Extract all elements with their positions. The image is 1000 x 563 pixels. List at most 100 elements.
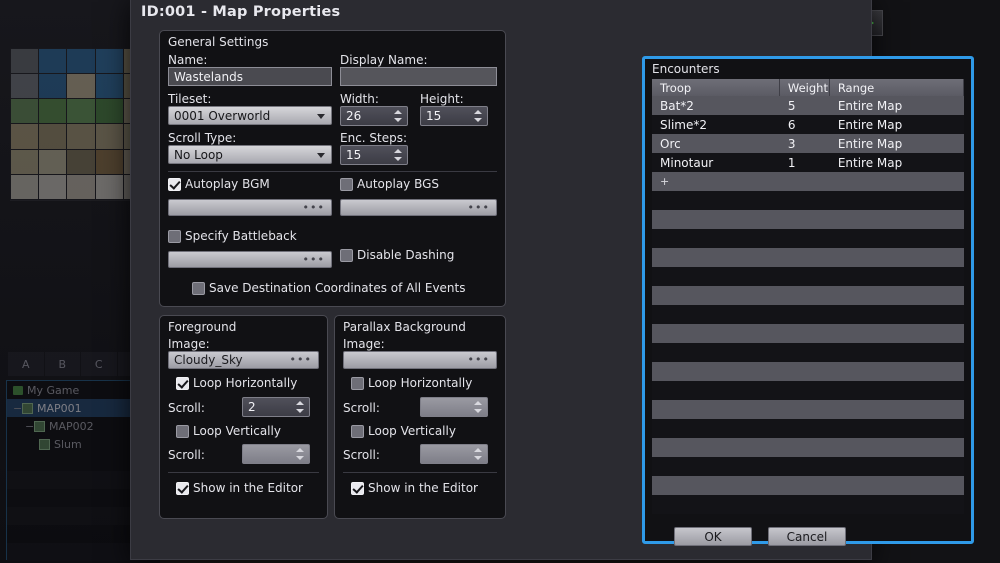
palette-tile[interactable] — [11, 74, 38, 98]
stepper-arrows-icon[interactable] — [394, 110, 402, 122]
encounters-empty-row[interactable] — [652, 191, 964, 210]
foreground-scroll-v-stepper[interactable] — [242, 444, 310, 464]
stepper-arrows-icon[interactable] — [474, 401, 482, 413]
layer-tab-c[interactable]: C — [81, 352, 117, 376]
palette-tile[interactable] — [39, 175, 66, 199]
palette-tile[interactable] — [96, 150, 123, 174]
encounters-empty-row[interactable] — [652, 305, 964, 324]
save-destination-coordinates-checkbox[interactable]: Save Destination Coordinates of All Even… — [192, 281, 466, 295]
encounters-column-header[interactable]: Weight — [780, 79, 830, 96]
encounters-empty-row[interactable] — [652, 495, 964, 514]
palette-tile[interactable] — [11, 124, 38, 148]
name-input[interactable]: Wastelands — [168, 67, 332, 86]
foreground-show-in-editor-checkbox[interactable]: Show in the Editor — [176, 481, 303, 495]
display-name-input[interactable] — [340, 67, 497, 86]
encounters-empty-row[interactable] — [652, 362, 964, 381]
divider — [168, 472, 319, 473]
encounters-row[interactable]: Bat*25Entire Map — [652, 96, 964, 115]
ellipsis-icon: ••• — [468, 355, 490, 365]
expander-minus-icon[interactable]: − — [25, 422, 32, 431]
palette-tile[interactable] — [96, 99, 123, 123]
palette-tile[interactable] — [96, 49, 123, 73]
palette-tile[interactable] — [67, 99, 94, 123]
encounters-empty-row[interactable] — [652, 438, 964, 457]
palette-tile[interactable] — [96, 124, 123, 148]
stepper-arrows-icon[interactable] — [296, 448, 304, 460]
encounters-row[interactable]: Orc3Entire Map — [652, 134, 964, 153]
stepper-arrows-icon[interactable] — [296, 401, 304, 413]
palette-tile[interactable] — [11, 150, 38, 174]
enc-steps-stepper[interactable]: 15 — [340, 145, 408, 165]
scroll-type-select[interactable]: No Loop — [168, 145, 332, 164]
palette-tile[interactable] — [67, 49, 94, 73]
palette-tile[interactable] — [67, 74, 94, 98]
autoplay-bgm-checkbox[interactable]: Autoplay BGM — [168, 177, 270, 191]
palette-tile[interactable] — [39, 150, 66, 174]
expander-minus-icon[interactable]: − — [13, 404, 20, 413]
encounters-empty-row[interactable] — [652, 419, 964, 438]
stepper-arrows-icon[interactable] — [474, 448, 482, 460]
layer-tab-b[interactable]: B — [45, 352, 81, 376]
palette-tile[interactable] — [67, 175, 94, 199]
tileset-select[interactable]: 0001 Overworld — [168, 106, 332, 125]
parallax-loop-vertically-checkbox[interactable]: Loop Vertically — [351, 424, 456, 438]
encounters-empty-row[interactable] — [652, 267, 964, 286]
parallax-show-in-editor-checkbox[interactable]: Show in the Editor — [351, 481, 478, 495]
divider — [343, 472, 497, 473]
encounters-table[interactable]: TroopWeightRange Bat*25Entire MapSlime*2… — [652, 79, 964, 534]
encounters-empty-row[interactable] — [652, 324, 964, 343]
palette-tile[interactable] — [67, 124, 94, 148]
encounters-empty-row[interactable] — [652, 248, 964, 267]
battleback-picker[interactable]: ••• — [168, 251, 332, 268]
stepper-arrows-icon[interactable] — [394, 149, 402, 161]
encounters-add-row[interactable]: + — [652, 172, 964, 191]
palette-tile[interactable] — [96, 175, 123, 199]
stepper-arrows-icon[interactable] — [474, 110, 482, 122]
encounters-empty-row[interactable] — [652, 210, 964, 229]
encounters-empty-row[interactable] — [652, 229, 964, 248]
encounters-row[interactable]: Minotaur1Entire Map — [652, 153, 964, 172]
encounters-table-body[interactable]: Bat*25Entire MapSlime*26Entire MapOrc3En… — [652, 96, 964, 514]
ok-button[interactable]: OK — [674, 527, 752, 546]
parallax-image-picker[interactable]: ••• — [343, 351, 497, 369]
foreground-scroll-v-label: Scroll: — [168, 448, 205, 462]
bgs-picker[interactable]: ••• — [340, 199, 497, 216]
encounters-empty-row[interactable] — [652, 343, 964, 362]
encounters-column-header[interactable]: Range — [830, 79, 964, 96]
palette-tile[interactable] — [39, 49, 66, 73]
palette-tile[interactable] — [96, 74, 123, 98]
bgm-picker[interactable]: ••• — [168, 199, 332, 216]
parallax-scroll-v-stepper[interactable] — [420, 444, 488, 464]
specify-battleback-checkbox[interactable]: Specify Battleback — [168, 229, 297, 243]
palette-tile[interactable] — [39, 99, 66, 123]
palette-tile[interactable] — [67, 150, 94, 174]
parallax-loop-horizontally-checkbox[interactable]: Loop Horizontally — [351, 376, 472, 390]
palette-tile[interactable] — [11, 49, 38, 73]
height-stepper[interactable]: 15 — [420, 106, 488, 126]
parallax-scroll-h-stepper[interactable] — [420, 397, 488, 417]
autoplay-bgs-checkbox[interactable]: Autoplay BGS — [340, 177, 439, 191]
foreground-loop-vertically-checkbox[interactable]: Loop Vertically — [176, 424, 281, 438]
palette-tile[interactable] — [39, 74, 66, 98]
cancel-button[interactable]: Cancel — [768, 527, 846, 546]
encounters-row[interactable]: Slime*26Entire Map — [652, 115, 964, 134]
width-stepper[interactable]: 26 — [340, 106, 408, 126]
encounters-empty-row[interactable] — [652, 381, 964, 400]
encounters-empty-row[interactable] — [652, 457, 964, 476]
checkbox-box — [340, 249, 353, 262]
foreground-scroll-h-stepper[interactable]: 2 — [242, 397, 310, 417]
disable-dashing-checkbox[interactable]: Disable Dashing — [340, 248, 454, 262]
encounters-empty-row[interactable] — [652, 476, 964, 495]
foreground-scroll-h-label: Scroll: — [168, 401, 205, 415]
parallax-scroll-v-label: Scroll: — [343, 448, 380, 462]
palette-tile[interactable] — [39, 124, 66, 148]
encounters-empty-row[interactable] — [652, 286, 964, 305]
palette-tile[interactable] — [11, 175, 38, 199]
foreground-loop-horizontally-checkbox[interactable]: Loop Horizontally — [176, 376, 297, 390]
foreground-image-picker[interactable]: Cloudy_Sky ••• — [168, 351, 319, 369]
layer-tab-a[interactable]: A — [8, 352, 44, 376]
encounters-column-header[interactable]: Troop — [652, 79, 780, 96]
encounters-empty-row[interactable] — [652, 400, 964, 419]
palette-tile[interactable] — [11, 99, 38, 123]
tileset-value: 0001 Overworld — [174, 109, 270, 123]
